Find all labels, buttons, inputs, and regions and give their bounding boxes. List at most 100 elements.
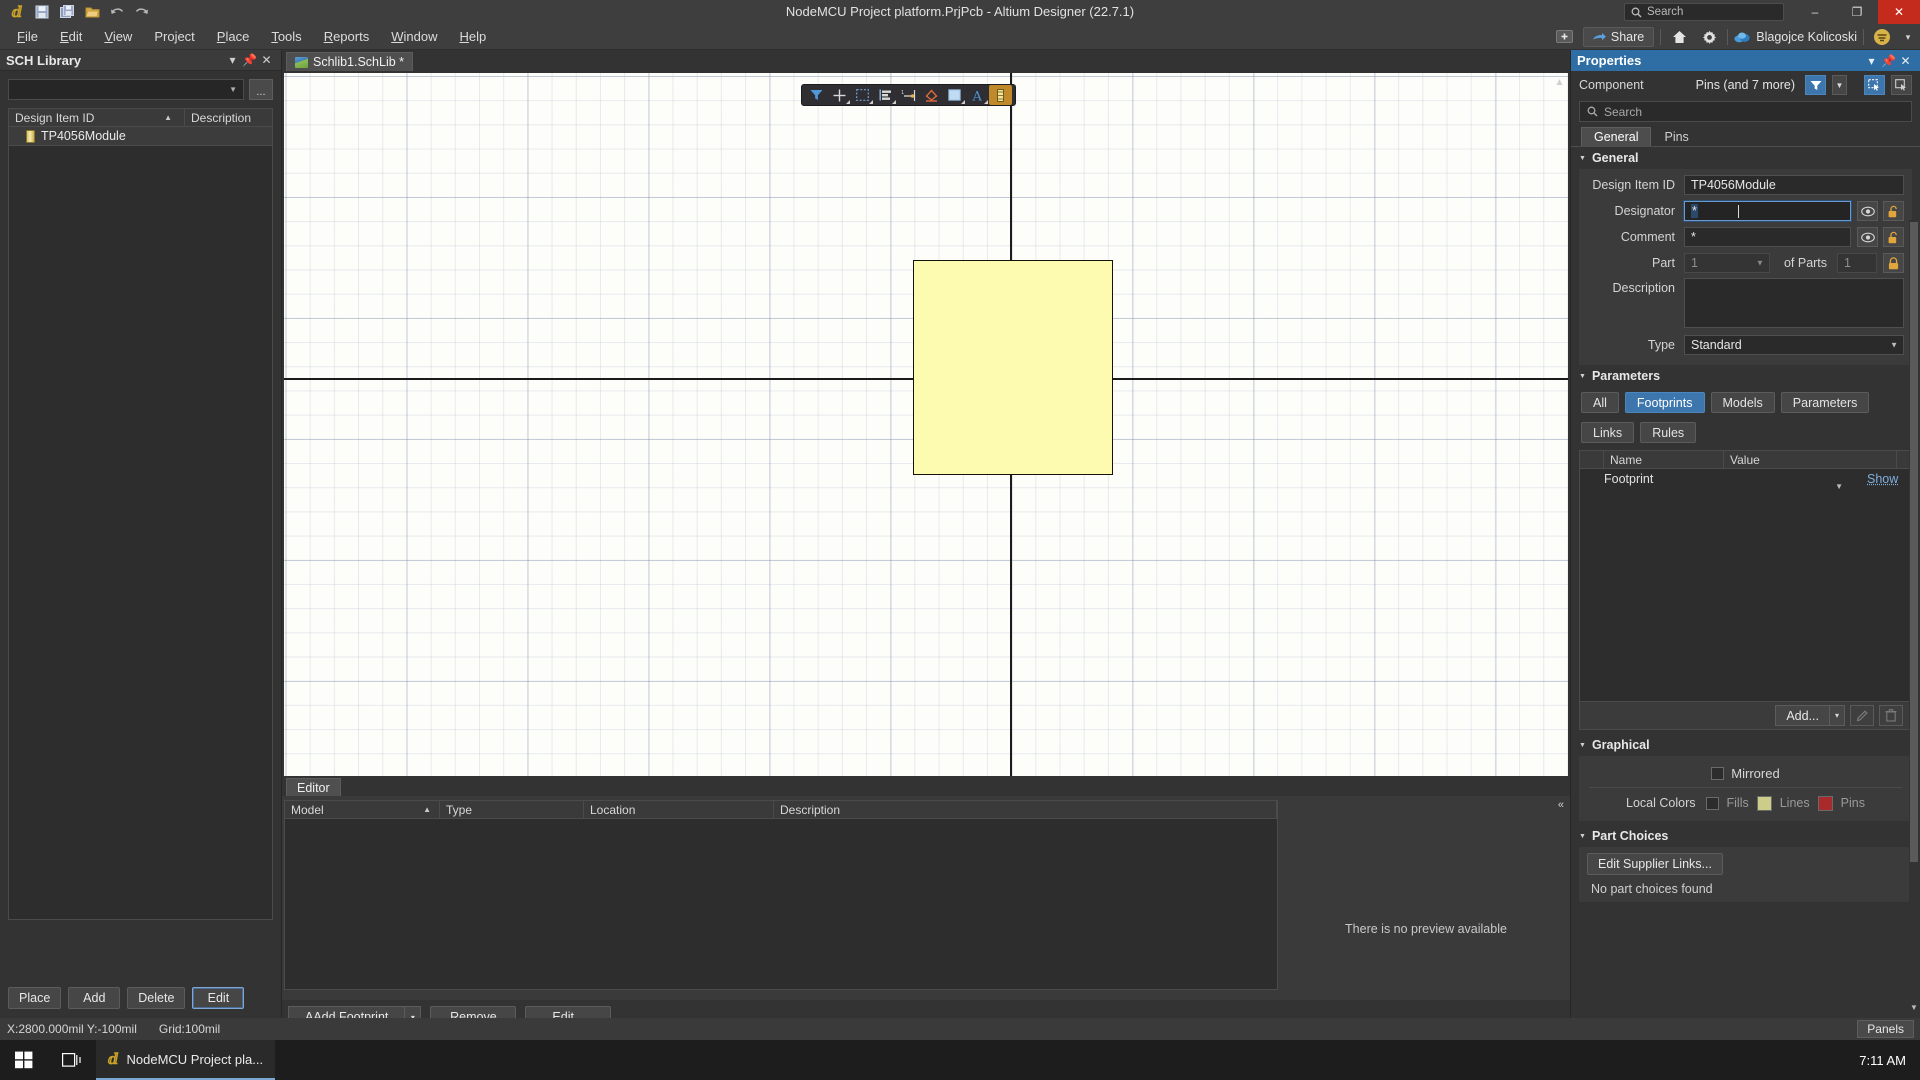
menu-reports[interactable]: Reports <box>313 26 381 48</box>
minimize-button[interactable]: – <box>1794 0 1836 24</box>
eye-icon[interactable] <box>1857 227 1878 247</box>
redo-icon[interactable] <box>131 2 153 22</box>
local-colors-checkbox[interactable] <box>1705 796 1719 810</box>
align-icon[interactable] <box>874 85 897 105</box>
place-rectangle-icon[interactable] <box>943 85 966 105</box>
filter-parameters-button[interactable]: Parameters <box>1780 392 1870 413</box>
select-area-icon[interactable] <box>851 85 874 105</box>
close-icon[interactable]: ✕ <box>258 53 275 67</box>
global-search-input[interactable]: Search <box>1624 3 1784 21</box>
design-item-id-input[interactable]: TP4056Module <box>1684 175 1904 195</box>
tab-pins[interactable]: Pins <box>1651 127 1702 146</box>
user-account[interactable]: Blagojce Kolicoski <box>1734 29 1857 45</box>
menu-tools[interactable]: Tools <box>260 26 312 48</box>
column-header-location[interactable]: Location <box>584 801 774 818</box>
comment-input[interactable]: * <box>1684 227 1851 247</box>
add-parameter-dropdown-icon[interactable]: ▾ <box>1829 705 1845 726</box>
place-button[interactable]: Place <box>8 987 62 1009</box>
properties-scrollbar[interactable]: ▲ ▼ <box>1909 220 1919 1012</box>
menu-help[interactable]: Help <box>448 26 497 48</box>
document-tab-schlib1[interactable]: Schlib1.SchLib * <box>286 52 414 71</box>
component-body-rectangle[interactable] <box>913 260 1113 475</box>
gear-icon[interactable] <box>1697 27 1721 47</box>
undo-icon[interactable] <box>106 2 128 22</box>
column-header-value[interactable]: Value <box>1724 451 1897 468</box>
rules-button[interactable]: Rules <box>1640 422 1697 443</box>
pin-icon[interactable]: 📌 <box>241 53 258 67</box>
filter-dropdown-icon[interactable]: ▼ <box>1832 75 1847 95</box>
menu-place[interactable]: Place <box>206 26 261 48</box>
trash-icon[interactable] <box>1879 705 1903 726</box>
section-header-general[interactable]: ▼ General <box>1571 147 1920 169</box>
canvas-scroll-up-icon[interactable]: ▲ <box>1553 75 1566 89</box>
unlock-icon[interactable] <box>1883 227 1904 247</box>
links-button[interactable]: Links <box>1581 422 1635 443</box>
eye-icon[interactable] <box>1857 201 1878 221</box>
column-header-model[interactable]: Model ▲ <box>285 801 440 818</box>
section-header-parameters[interactable]: ▼ Parameters <box>1571 365 1920 387</box>
column-header-name[interactable]: Name <box>1604 451 1724 468</box>
avatar[interactable] <box>1870 27 1894 47</box>
filter-icon[interactable] <box>805 85 828 105</box>
menu-window[interactable]: Window <box>380 26 448 48</box>
pin-icon[interactable]: 📌 <box>1880 54 1897 68</box>
column-header-description[interactable]: Description <box>774 801 1277 818</box>
home-icon[interactable] <box>1667 27 1691 47</box>
close-button[interactable]: ✕ <box>1878 0 1920 24</box>
pencil-icon[interactable] <box>1850 705 1874 726</box>
delete-button[interactable]: Delete <box>127 987 186 1009</box>
maximize-restore-button[interactable]: ❐ <box>1836 0 1878 24</box>
library-combo[interactable]: ▼ <box>8 79 244 100</box>
section-header-graphical[interactable]: ▼ Graphical <box>1571 734 1920 756</box>
add-button[interactable]: Add <box>68 987 121 1009</box>
add-parameter-button[interactable]: Add... <box>1775 705 1829 726</box>
save-icon[interactable] <box>31 2 53 22</box>
edit-button[interactable]: Edit <box>192 987 245 1009</box>
filter-models-button[interactable]: Models <box>1710 392 1775 413</box>
unlock-icon[interactable] <box>1883 201 1904 221</box>
column-header-description[interactable]: Description <box>185 109 272 126</box>
table-row[interactable]: Footprint ▼ Show <box>1580 469 1911 491</box>
panels-button[interactable]: Panels <box>1857 1020 1914 1038</box>
lines-color-swatch[interactable] <box>1817 795 1833 811</box>
place-ic-icon[interactable] <box>989 85 1012 105</box>
tab-general[interactable]: General <box>1581 127 1652 146</box>
library-browse-button[interactable]: ... <box>249 79 273 100</box>
description-textarea[interactable] <box>1684 278 1904 328</box>
chevron-down-icon[interactable]: ▾ <box>1863 54 1880 68</box>
properties-search-input[interactable]: Search <box>1579 101 1912 122</box>
place-arc-icon[interactable] <box>920 85 943 105</box>
type-select[interactable]: Standard ▼ <box>1684 335 1904 355</box>
mirrored-checkbox[interactable] <box>1711 766 1725 780</box>
fills-color-swatch[interactable] <box>1756 795 1772 811</box>
filter-all-button[interactable]: All <box>1581 392 1619 413</box>
scrollbar-thumb[interactable] <box>1910 222 1918 862</box>
place-pin-icon[interactable]: 1 <box>897 85 920 105</box>
designator-input[interactable]: * <box>1684 201 1851 221</box>
taskbar-item-altium[interactable]: ⅆ NodeMCU Project pla... <box>96 1040 276 1080</box>
save-all-icon[interactable] <box>56 2 78 22</box>
select-all-icon[interactable] <box>1864 75 1885 95</box>
close-icon[interactable]: ✕ <box>1897 54 1914 68</box>
lock-icon[interactable] <box>1883 253 1904 273</box>
share-button[interactable]: Share <box>1582 27 1655 47</box>
chevron-down-icon[interactable]: ▾ <box>224 53 241 67</box>
tab-editor[interactable]: Editor <box>286 778 341 796</box>
menu-project[interactable]: Project <box>143 26 205 48</box>
menu-file[interactable]: File <box>6 26 49 48</box>
select-touching-icon[interactable] <box>1891 75 1912 95</box>
edit-supplier-links-button[interactable]: Edit Supplier Links... <box>1587 853 1723 875</box>
windows-start-icon[interactable] <box>0 1040 48 1080</box>
filter-icon[interactable] <box>1805 75 1826 95</box>
task-view-icon[interactable] <box>48 1040 96 1080</box>
section-header-part-choices[interactable]: ▼ Part Choices <box>1571 825 1920 847</box>
account-dropdown-icon[interactable]: ▾ <box>1900 27 1916 47</box>
column-header-type[interactable]: Type <box>440 801 584 818</box>
filter-footprints-button[interactable]: Footprints <box>1624 392 1705 413</box>
place-text-icon[interactable]: A <box>966 85 989 105</box>
menu-edit[interactable]: Edit <box>49 26 93 48</box>
open-icon[interactable] <box>81 2 103 22</box>
notifications-icon[interactable] <box>1553 27 1577 47</box>
show-link[interactable]: Show <box>1867 472 1911 486</box>
menu-view[interactable]: View <box>93 26 143 48</box>
